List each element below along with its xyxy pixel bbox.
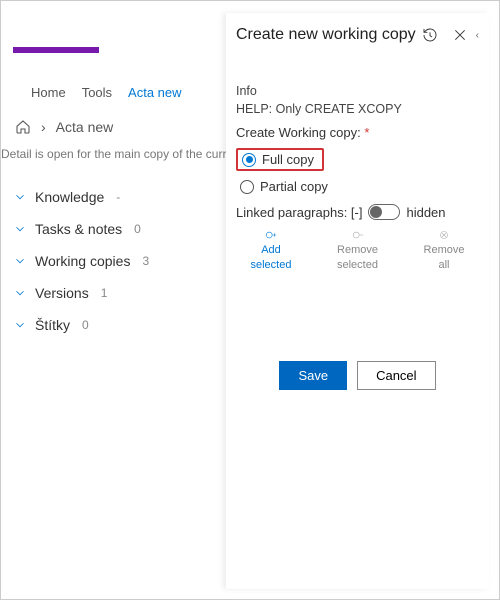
section-label: Versions: [35, 285, 89, 301]
tab-acta-new[interactable]: Acta new: [128, 85, 181, 100]
radio-full-copy[interactable]: Full copy: [236, 148, 324, 171]
section-list: Knowledge - Tasks & notes 0 Working copi…: [13, 181, 213, 341]
home-icon[interactable]: [15, 119, 31, 135]
chevron-down-icon: [13, 254, 27, 268]
close-icon[interactable]: [450, 25, 470, 45]
section-working-copies[interactable]: Working copies 3: [13, 245, 213, 277]
required-marker: *: [364, 125, 369, 140]
info-block: Info HELP: Only CREATE XCOPY Create Work…: [236, 83, 479, 142]
add-icon: [264, 228, 278, 242]
section-label: Working copies: [35, 253, 130, 269]
chevron-down-icon: [13, 222, 27, 236]
section-count: 0: [134, 222, 141, 236]
add-selected-button[interactable]: Addselected: [236, 228, 306, 271]
section-count: 1: [101, 286, 108, 300]
breadcrumb: › Acta new: [15, 119, 113, 135]
detail-note: Detail is open for the main copy of the …: [1, 143, 240, 161]
form-label-text: Create Working copy:: [236, 125, 361, 140]
tab-tools[interactable]: Tools: [82, 85, 112, 100]
section-count: 3: [142, 254, 149, 268]
section-label: Tasks & notes: [35, 221, 122, 237]
chevron-down-icon: [13, 190, 27, 204]
chevron-down-icon: [13, 318, 27, 332]
remove-selected-button[interactable]: Removeselected: [323, 228, 393, 271]
remove-icon: [351, 228, 365, 242]
chevron-down-icon: [13, 286, 27, 300]
radio-label: Full copy: [262, 152, 314, 167]
section-versions[interactable]: Versions 1: [13, 277, 213, 309]
remove-all-icon: [437, 228, 451, 242]
radio-icon: [240, 180, 254, 194]
help-text: HELP: Only CREATE XCOPY: [236, 101, 479, 119]
tab-home[interactable]: Home: [31, 85, 66, 100]
brand-accent-bar: [13, 47, 99, 53]
section-tags[interactable]: Štítky 0: [13, 309, 213, 341]
panel-title: Create new working copy: [236, 26, 416, 44]
radio-label: Partial copy: [260, 179, 328, 194]
cancel-button[interactable]: Cancel: [357, 361, 435, 390]
section-tasks[interactable]: Tasks & notes 0: [13, 213, 213, 245]
form-label: Create Working copy: *: [236, 124, 479, 142]
radio-icon: [242, 153, 256, 167]
remove-all-button[interactable]: Removeall: [409, 228, 479, 271]
linked-label: Linked paragraphs: [-]: [236, 205, 362, 220]
save-button[interactable]: Save: [279, 361, 347, 390]
breadcrumb-current: Acta new: [56, 119, 114, 135]
collapse-chevron-icon[interactable]: ‹: [476, 30, 479, 41]
main-tabs: Home Tools Acta new: [1, 67, 196, 108]
section-knowledge[interactable]: Knowledge -: [13, 181, 213, 213]
breadcrumb-sep: ›: [41, 119, 46, 135]
hidden-label: hidden: [406, 205, 445, 220]
section-label: Knowledge: [35, 189, 104, 205]
create-working-copy-panel: Create new working copy ‹ Info HELP: Onl…: [226, 13, 489, 589]
section-count: -: [116, 190, 120, 204]
panel-header: Create new working copy ‹: [236, 25, 479, 45]
info-head: Info: [236, 83, 479, 101]
linked-paragraphs-row: Linked paragraphs: [-] hidden: [236, 204, 479, 220]
section-label: Štítky: [35, 317, 70, 333]
history-icon[interactable]: [420, 25, 440, 45]
radio-partial-copy[interactable]: Partial copy: [236, 177, 479, 196]
linked-actions: Addselected Removeselected Removeall: [236, 228, 479, 271]
panel-buttons: Save Cancel: [236, 361, 479, 390]
section-count: 0: [82, 318, 89, 332]
hidden-toggle[interactable]: [368, 204, 400, 220]
